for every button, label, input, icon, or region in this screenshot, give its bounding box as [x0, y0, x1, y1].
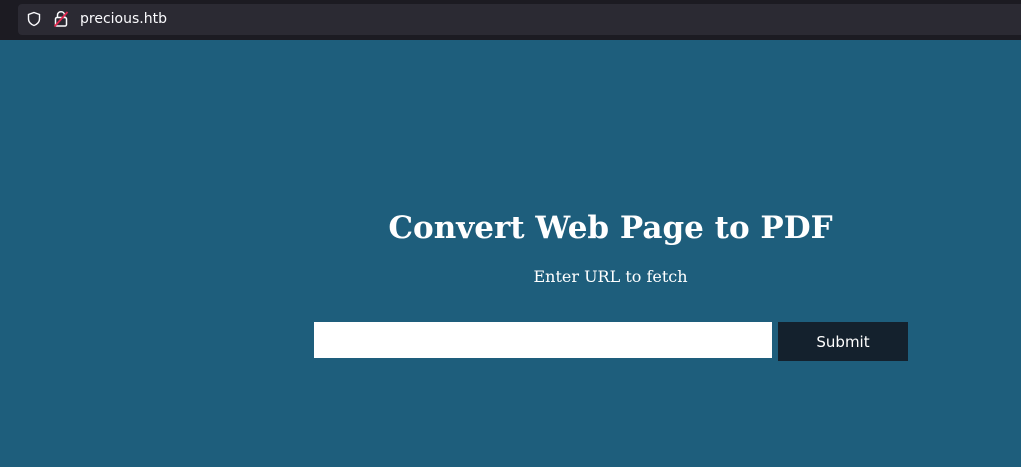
page-title: Convert Web Page to PDF	[388, 210, 833, 246]
shield-icon[interactable]	[26, 11, 42, 27]
submit-button[interactable]: Submit	[778, 322, 908, 361]
browser-toolbar: precious.htb	[0, 0, 1021, 40]
url-input[interactable]	[314, 322, 772, 358]
insecure-lock-icon[interactable]	[53, 10, 69, 28]
page-content: Convert Web Page to PDF Enter URL to fet…	[0, 40, 1021, 467]
page-subtitle: Enter URL to fetch	[533, 267, 688, 286]
address-bar[interactable]	[18, 4, 1021, 35]
url-text[interactable]: precious.htb	[80, 10, 167, 28]
